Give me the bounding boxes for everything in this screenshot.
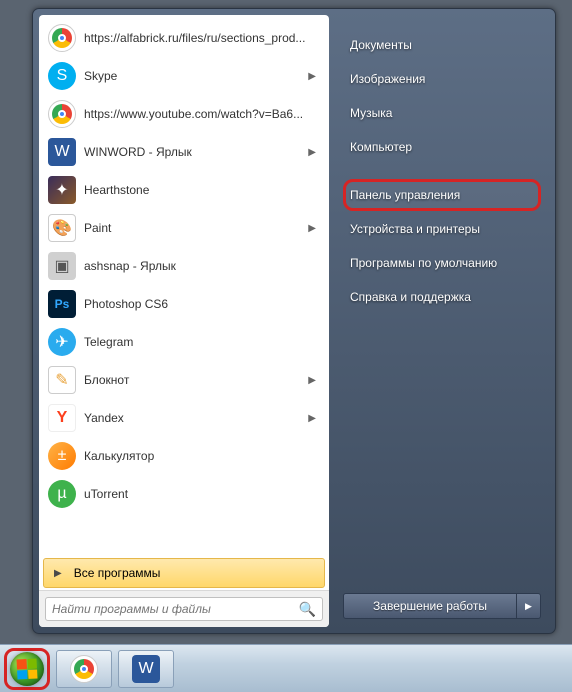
yandex-icon: Y — [48, 404, 76, 432]
taskbar: W — [0, 644, 572, 692]
chrome-icon — [70, 655, 98, 683]
program-label: uTorrent — [84, 487, 322, 501]
program-item[interactable]: ▣ ashsnap - Ярлык — [41, 247, 327, 285]
program-item[interactable]: 🎨 Paint▶ — [41, 209, 327, 247]
hearthstone-icon: ✦ — [48, 176, 76, 204]
right-pane-item[interactable]: Справка и поддержка — [343, 281, 541, 313]
all-programs-label: Все программы — [74, 566, 161, 580]
submenu-arrow-icon: ▶ — [308, 413, 322, 424]
program-item[interactable]: ± Калькулятор — [41, 437, 327, 475]
windows-logo-icon — [16, 658, 37, 679]
submenu-arrow-icon: ▶ — [308, 147, 322, 158]
shutdown-label: Завершение работы — [373, 599, 487, 613]
program-label: Photoshop CS6 — [84, 297, 322, 311]
program-label: Yandex — [84, 411, 308, 425]
right-pane-item[interactable]: Панель управления — [343, 179, 541, 211]
right-pane-item[interactable]: Музыка — [343, 97, 541, 129]
shutdown-row: Завершение работы ▶ — [343, 593, 541, 619]
program-label: Блокнот — [84, 373, 308, 387]
program-item[interactable]: Y Yandex▶ — [41, 399, 327, 437]
program-item[interactable]: https://www.youtube.com/watch?v=Ba6... — [41, 95, 327, 133]
utorrent-icon: µ — [48, 480, 76, 508]
program-label: Калькулятор — [84, 449, 322, 463]
program-label: WINWORD - Ярлык — [84, 145, 308, 159]
notepad-icon: ✎ — [48, 366, 76, 394]
submenu-arrow-icon: ▶ — [308, 71, 322, 82]
start-menu-left-pane: https://alfabrick.ru/files/ru/sections_p… — [39, 15, 329, 627]
program-item[interactable]: Ps Photoshop CS6 — [41, 285, 327, 323]
program-list: https://alfabrick.ru/files/ru/sections_p… — [39, 15, 329, 556]
program-label: Hearthstone — [84, 183, 322, 197]
ashsnap-icon: ▣ — [48, 252, 76, 280]
start-menu-right-pane: ДокументыИзображенияМузыкаКомпьютер Панел… — [329, 15, 549, 627]
taskbar-items: W — [56, 650, 174, 688]
search-icon: 🔍 — [299, 601, 316, 618]
arrow-right-icon: ▶ — [54, 568, 62, 579]
telegram-icon: ✈ — [48, 328, 76, 356]
word-icon: W — [132, 655, 160, 683]
program-label: Telegram — [84, 335, 322, 349]
right-pane-item[interactable]: Изображения — [343, 63, 541, 95]
chrome-icon — [48, 24, 76, 52]
program-item[interactable]: µ uTorrent — [41, 475, 327, 513]
program-item[interactable]: W WINWORD - Ярлык▶ — [41, 133, 327, 171]
start-orb-icon — [10, 652, 44, 686]
all-programs-button[interactable]: ▶ Все программы — [43, 558, 325, 588]
program-item[interactable]: https://alfabrick.ru/files/ru/sections_p… — [41, 19, 327, 57]
start-menu: https://alfabrick.ru/files/ru/sections_p… — [32, 8, 556, 634]
paint-icon: 🎨 — [48, 214, 76, 242]
shutdown-button[interactable]: Завершение работы — [343, 593, 517, 619]
submenu-arrow-icon: ▶ — [308, 223, 322, 234]
program-label: Skype — [84, 69, 308, 83]
program-label: ashsnap - Ярлык — [84, 259, 322, 273]
word-icon: W — [48, 138, 76, 166]
program-label: https://www.youtube.com/watch?v=Ba6... — [84, 107, 322, 121]
search-box[interactable]: 🔍 — [45, 597, 323, 621]
chrome-icon — [48, 100, 76, 128]
search-input[interactable] — [52, 602, 299, 616]
right-pane-item[interactable]: Документы — [343, 29, 541, 61]
start-button[interactable] — [4, 648, 50, 690]
program-item[interactable]: ✎ Блокнот▶ — [41, 361, 327, 399]
submenu-arrow-icon: ▶ — [308, 375, 322, 386]
taskbar-item[interactable] — [56, 650, 112, 688]
right-pane-item[interactable]: Программы по умолчанию — [343, 247, 541, 279]
shutdown-options-button[interactable]: ▶ — [517, 593, 541, 619]
program-item[interactable]: ✈ Telegram — [41, 323, 327, 361]
skype-icon: S — [48, 62, 76, 90]
right-list: ДокументыИзображенияМузыкаКомпьютер Панел… — [343, 29, 541, 315]
right-pane-item[interactable]: Компьютер — [343, 131, 541, 163]
program-item[interactable]: S Skype▶ — [41, 57, 327, 95]
search-container: 🔍 — [39, 590, 329, 627]
calculator-icon: ± — [48, 442, 76, 470]
divider — [343, 165, 541, 179]
taskbar-item[interactable]: W — [118, 650, 174, 688]
photoshop-icon: Ps — [48, 290, 76, 318]
program-label: Paint — [84, 221, 308, 235]
program-item[interactable]: ✦ Hearthstone — [41, 171, 327, 209]
right-pane-item[interactable]: Устройства и принтеры — [343, 213, 541, 245]
program-label: https://alfabrick.ru/files/ru/sections_p… — [84, 31, 322, 45]
